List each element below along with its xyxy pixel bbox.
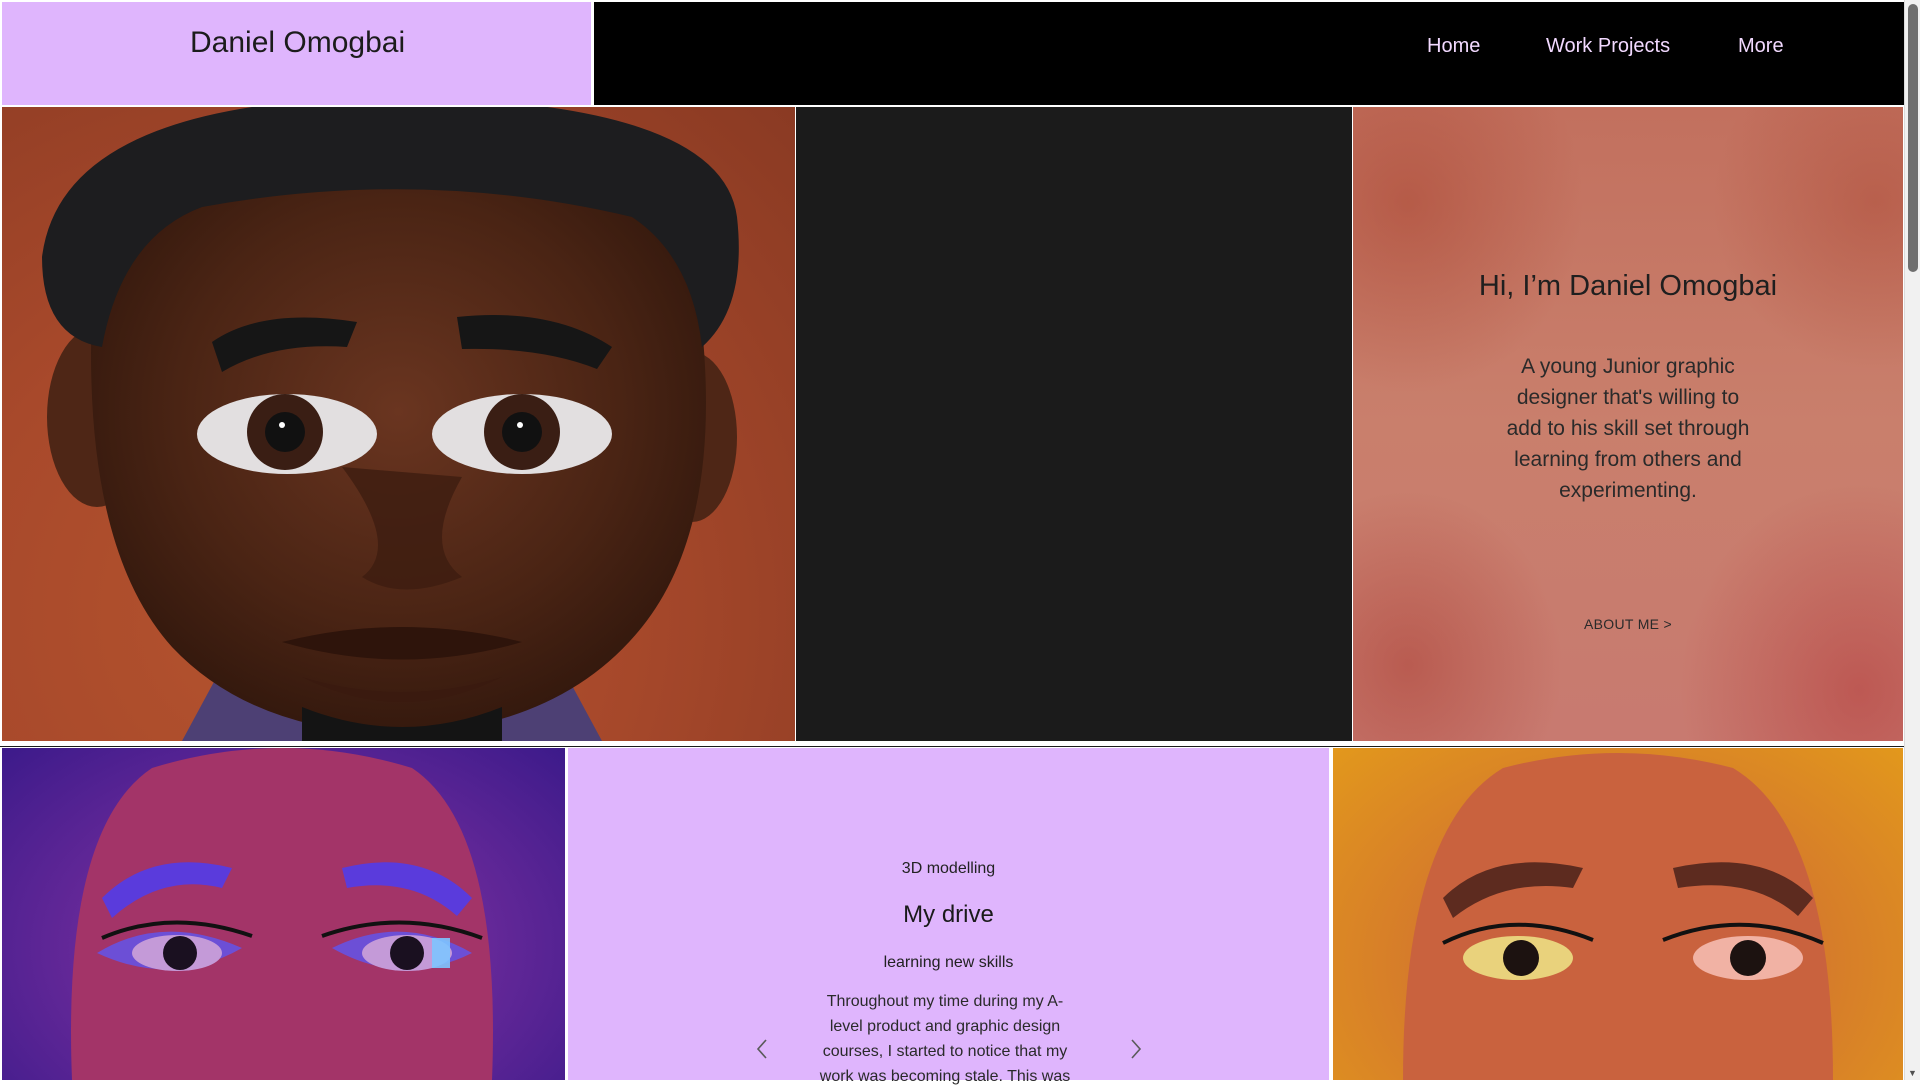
slide-title: My drive — [903, 901, 994, 928]
chevron-right-icon[interactable] — [1128, 1038, 1144, 1060]
nav-home[interactable]: Home — [1427, 35, 1480, 58]
portrait-illustration — [42, 107, 739, 741]
slide-subtitle: learning new skills — [883, 954, 1014, 971]
intro-title: Hi, I’m Daniel Omogbai — [1478, 270, 1778, 302]
portrait-orange-illustration — [1403, 753, 1833, 1080]
portrait-purple-illustration — [71, 748, 493, 1080]
nav-work-projects[interactable]: Work Projects — [1546, 35, 1670, 58]
section-divider — [0, 741, 1904, 747]
chevron-left-icon[interactable] — [754, 1038, 770, 1060]
about-me-link[interactable]: ABOUT ME > — [1353, 616, 1903, 632]
intro-description: A young Junior graphic designer that's w… — [1506, 355, 1750, 502]
slide-kicker: 3D modelling — [901, 860, 996, 877]
hero-dark-panel — [796, 107, 1352, 741]
logo-box: Daniel Omogbai — [2, 2, 591, 105]
scroll-down-arrow-icon[interactable]: ▼ — [1908, 1068, 1917, 1078]
slide-body: Throughout my time during my A-level pro… — [819, 993, 1071, 1085]
main-nav: Home Work Projects More — [594, 2, 1904, 105]
portrait-orange-image — [1333, 748, 1903, 1080]
nav-more[interactable]: More — [1738, 35, 1784, 58]
scrollbar-thumb[interactable] — [1908, 4, 1918, 272]
intro-panel: Hi, I’m Daniel Omogbai A young Junior gr… — [1353, 107, 1903, 741]
site-logo[interactable]: Daniel Omogbai — [190, 26, 405, 60]
portrait-purple-image — [2, 748, 565, 1080]
hero-portrait-image — [2, 107, 795, 741]
page-scrollbar[interactable]: ▼ — [1904, 0, 1920, 1080]
slideshow-panel: 3D modelling My drive learning new skill… — [568, 748, 1329, 1085]
